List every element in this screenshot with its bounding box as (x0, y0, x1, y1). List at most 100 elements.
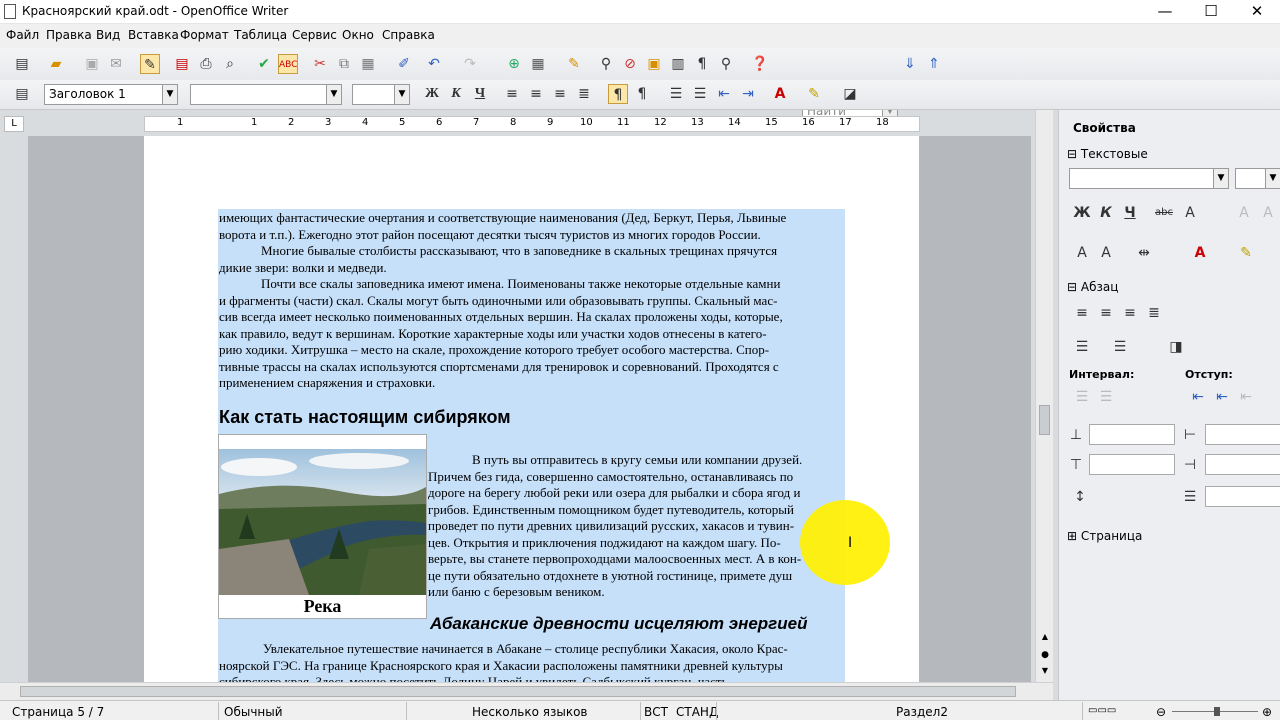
above-spacing-input[interactable] (1089, 424, 1175, 445)
sidebar-underline-button[interactable]: Ч (1119, 202, 1141, 224)
bullets-icon[interactable]: ☰ (690, 84, 710, 104)
page-indicator[interactable]: Страница 5 / 7 (12, 705, 104, 719)
sidebar-increase-indent-icon[interactable]: ⇤ (1187, 386, 1209, 408)
decrease-spacing-icon[interactable]: ☰ (1095, 386, 1117, 408)
help-icon[interactable]: ❓ (750, 54, 770, 74)
below-spacing-input[interactable] (1089, 454, 1175, 475)
datasources-icon[interactable]: ▥ (668, 54, 688, 74)
navigator-icon[interactable]: ⊘ (620, 54, 640, 74)
increase-indent-icon[interactable]: ⇥ (738, 84, 758, 104)
menu-tools[interactable]: Сервис (292, 28, 337, 42)
italic-button[interactable]: К (446, 84, 466, 104)
close-button[interactable]: ✕ (1234, 0, 1280, 24)
paragraph-background-icon[interactable]: ◨ (1165, 336, 1187, 358)
menu-table[interactable]: Таблица (234, 28, 287, 42)
print-icon[interactable]: ⎙ (196, 54, 216, 74)
underline-button[interactable]: Ч (470, 84, 490, 104)
chevron-down-icon[interactable]: ▼ (394, 85, 409, 104)
print-preview-icon[interactable]: ⌕ (220, 54, 240, 74)
paste-icon[interactable]: ▦ (358, 54, 378, 74)
sidebar-align-left-icon[interactable]: ≡ (1071, 302, 1093, 324)
chevron-down-icon[interactable]: ▼ (1265, 169, 1280, 188)
clone-format-icon[interactable]: ✐ (394, 54, 414, 74)
horizontal-ruler[interactable]: 1 1 2 3 4 5 6 7 8 9 10 11 12 13 14 15 16… (144, 116, 920, 132)
email-icon[interactable]: ✉ (106, 54, 126, 74)
font-color-icon[interactable]: A (770, 84, 790, 104)
next-page-icon[interactable]: ▼ (1039, 666, 1051, 678)
paragraph-style-select[interactable]: Заголовок 1 ▼ (44, 84, 178, 105)
font-size-select[interactable]: ▼ (352, 84, 410, 105)
sidebar-bullets-icon[interactable]: ☰ (1071, 336, 1093, 358)
shrink-font-icon[interactable]: A (1257, 202, 1279, 224)
gallery-icon[interactable]: ▣ (644, 54, 664, 74)
background-color-icon[interactable]: ◪ (840, 84, 860, 104)
nonprinting-chars-icon[interactable]: ¶ (692, 54, 712, 74)
rtl-icon[interactable]: ¶ (632, 84, 652, 104)
subscript-icon[interactable]: A (1095, 242, 1117, 264)
menu-format[interactable]: Формат (180, 28, 229, 42)
superscript-icon[interactable]: A (1071, 242, 1093, 264)
find-previous-icon[interactable]: ⇑ (924, 54, 944, 74)
horizontal-scroll-thumb[interactable] (20, 686, 1016, 697)
language-indicator[interactable]: Несколько языков (472, 705, 587, 719)
numbering-icon[interactable]: ☰ (666, 84, 686, 104)
sidebar-font-color-icon[interactable]: A (1189, 242, 1211, 264)
zoom-in-icon[interactable]: ⊕ (1262, 705, 1272, 719)
prev-page-icon[interactable]: ▲ (1039, 632, 1051, 644)
show-draw-icon[interactable]: ✎ (564, 54, 584, 74)
sidebar-align-right-icon[interactable]: ≡ (1119, 302, 1141, 324)
ltr-icon[interactable]: ¶ (608, 84, 628, 104)
vertical-scrollbar[interactable]: ▲ ● ▼ (1035, 110, 1053, 682)
menu-insert[interactable]: Вставка (128, 28, 179, 42)
sidebar-numbering-icon[interactable]: ☰ (1109, 336, 1131, 358)
after-indent-input[interactable] (1205, 454, 1280, 475)
find-next-icon[interactable]: ⇓ (900, 54, 920, 74)
navigation-icon[interactable]: ● (1039, 650, 1051, 662)
horizontal-scrollbar[interactable] (0, 682, 1053, 700)
grow-font-icon[interactable]: A (1233, 202, 1255, 224)
section-page-header[interactable]: ⊞ Страница (1067, 529, 1142, 543)
zoom-icon[interactable]: ⚲ (716, 54, 736, 74)
tab-stop-selector[interactable]: L (4, 116, 24, 132)
new-document-icon[interactable]: ▤ (12, 54, 32, 74)
hyperlink-icon[interactable]: ⊕ (504, 54, 524, 74)
selection-mode[interactable]: СТАНД (676, 705, 718, 719)
hanging-indent-icon[interactable]: ⇤ (1235, 386, 1257, 408)
sidebar-font-select[interactable]: ▼ (1069, 168, 1229, 189)
shadow-icon[interactable]: A (1179, 202, 1201, 224)
menu-file[interactable]: Файл (6, 28, 39, 42)
character-spacing-icon[interactable]: ⇹ (1133, 242, 1155, 264)
maximize-button[interactable]: ☐ (1188, 0, 1234, 24)
sidebar-bold-button[interactable]: Ж (1071, 202, 1093, 224)
find-replace-icon[interactable]: ⚲ (596, 54, 616, 74)
first-line-indent-input[interactable] (1205, 486, 1280, 507)
insert-mode[interactable]: ВСТ (644, 705, 668, 719)
image-frame[interactable] (218, 434, 427, 619)
line-spacing-icon[interactable]: ↕ (1069, 486, 1091, 508)
font-name-select[interactable]: ▼ (190, 84, 342, 105)
menu-help[interactable]: Справка (382, 28, 435, 42)
menu-view[interactable]: Вид (96, 28, 120, 42)
sidebar-highlight-icon[interactable]: ✎ (1235, 242, 1257, 264)
minimize-button[interactable]: — (1142, 0, 1188, 24)
section-text-header[interactable]: ⊟ Текстовые (1067, 147, 1148, 161)
increase-spacing-icon[interactable]: ☰ (1071, 386, 1093, 408)
before-indent-input[interactable] (1205, 424, 1280, 445)
page-style[interactable]: Обычный (224, 705, 283, 719)
chevron-down-icon[interactable]: ▼ (1213, 169, 1228, 188)
chevron-down-icon[interactable]: ▼ (162, 85, 177, 104)
open-icon[interactable]: ▰ (46, 54, 66, 74)
sidebar-size-select[interactable]: ▼ (1235, 168, 1280, 189)
view-layout-icon[interactable]: ▭▭▭ (1088, 705, 1116, 716)
sidebar-decrease-indent-icon[interactable]: ⇤ (1211, 386, 1233, 408)
save-icon[interactable]: ▣ (82, 54, 102, 74)
cut-icon[interactable]: ✂ (310, 54, 330, 74)
zoom-out-icon[interactable]: ⊖ (1156, 705, 1166, 719)
align-justify-icon[interactable]: ≣ (574, 84, 594, 104)
sidebar-justify-icon[interactable]: ≣ (1143, 302, 1165, 324)
styles-formatting-icon[interactable]: ▤ (12, 84, 32, 104)
strikethrough-icon[interactable]: abc (1153, 202, 1175, 224)
autospellcheck-icon[interactable]: ABC (278, 54, 298, 74)
sidebar-italic-button[interactable]: К (1095, 202, 1117, 224)
zoom-slider-handle[interactable] (1214, 707, 1220, 716)
